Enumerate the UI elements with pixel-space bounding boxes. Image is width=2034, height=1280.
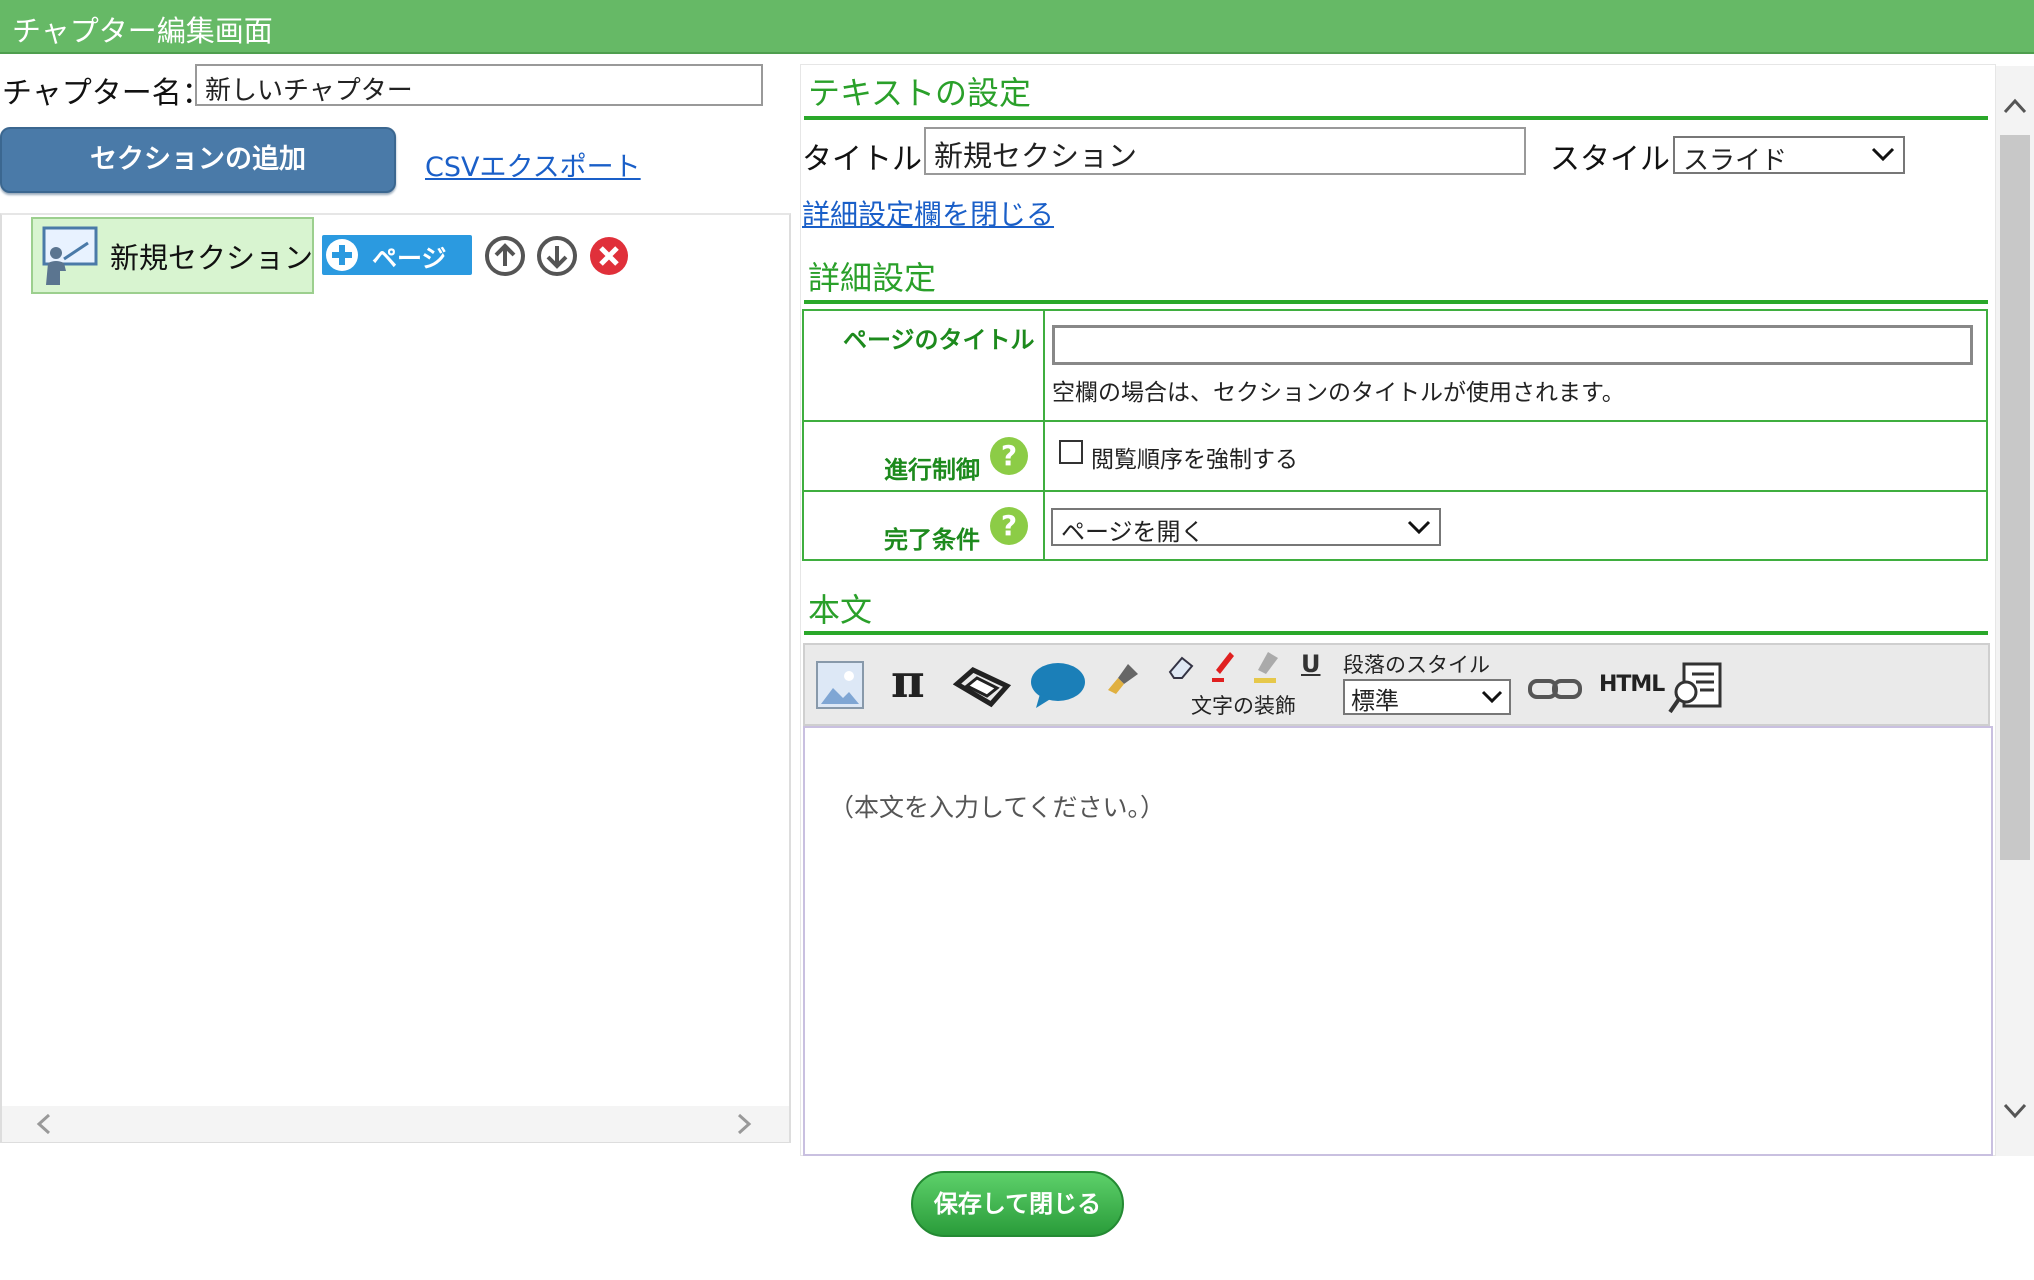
style-select-value: スライド [1683,146,1788,176]
title-bar: チャプター編集画面 [0,0,2034,54]
move-up-icon[interactable] [484,235,526,281]
clear-format-icon[interactable] [1106,662,1140,700]
add-page-label: ページ [372,244,447,273]
divider [804,116,1988,120]
completion-header: 完了条件 [884,526,980,554]
chevron-down-icon [1871,147,1895,162]
chapter-name-label: チャプター名： [2,76,212,111]
scroll-up-icon[interactable] [2002,95,2028,121]
text-settings-heading: テキストの設定 [808,74,1032,112]
body-placeholder: （本文を入力してください。） [829,793,1166,822]
style-select[interactable]: スライド [1673,136,1905,176]
collapse-details-link[interactable]: 詳細設定欄を閉じる [802,193,1054,233]
insert-image-icon[interactable] [815,660,865,714]
force-order-checkbox[interactable] [1059,440,1083,464]
section-title-label: タイトル: [802,142,933,177]
underline-icon[interactable]: U [1301,650,1321,678]
divider [804,631,1988,635]
chapter-name-value: 新しいチャプター [205,76,413,106]
page-title-header: ページのタイトル [843,326,1035,354]
completion-select[interactable]: ページを開く [1051,508,1441,546]
add-page-button[interactable]: ページ [322,235,472,275]
csv-export-link[interactable]: CSVエクスポート [425,145,641,184]
style-label: スタイル: [1550,142,1681,177]
section-title-input[interactable]: 新規セクション [924,127,1526,175]
page-title-hint: 空欄の場合は、セクションのタイトルが使用されます。 [1052,380,1625,406]
add-section-button[interactable]: セクションの追加 [0,127,396,193]
divider [804,300,1988,304]
paragraph-style-select[interactable]: 標準 [1343,679,1511,715]
horizontal-scrollbar[interactable] [2,1106,789,1142]
body-editor[interactable]: （本文を入力してください。） [803,726,1993,1156]
shape-icon[interactable] [952,664,1012,712]
body-heading: 本文 [808,591,873,629]
move-down-icon[interactable] [536,235,578,281]
completion-select-value: ページを開く [1061,518,1205,546]
paragraph-style-label: 段落のスタイル [1343,653,1490,677]
html-source-button[interactable]: HTML [1599,672,1665,697]
presentation-icon [38,225,100,285]
paragraph-style-value: 標準 [1351,687,1399,715]
help-icon[interactable]: ? [990,507,1028,545]
scroll-left-icon[interactable] [34,1112,54,1140]
section-tree-panel [0,213,791,1143]
scroll-down-icon[interactable] [2002,1100,2028,1126]
scroll-right-icon[interactable] [734,1112,754,1140]
page-title-input[interactable] [1052,325,1973,365]
chapter-name-input[interactable]: 新しいチャプター [195,64,763,106]
chevron-down-icon [1481,690,1503,704]
table-divider [1043,309,1045,561]
detail-settings-heading: 詳細設定 [808,259,937,297]
window-title: チャプター編集画面 [12,14,273,48]
marker-icon[interactable] [1252,650,1282,688]
math-pi-icon[interactable]: π [891,654,925,708]
force-order-label: 閲覧順序を強制する [1091,447,1298,473]
delete-icon[interactable] [588,235,630,281]
help-icon[interactable]: ? [990,437,1028,475]
scrollbar-thumb[interactable] [2000,135,2030,860]
link-icon[interactable] [1527,675,1583,707]
plus-icon [326,239,358,271]
save-and-close-button[interactable]: 保存して閉じる [911,1171,1124,1237]
section-title-value: 新規セクション [934,139,1138,173]
eraser-icon[interactable] [1166,652,1196,686]
preview-icon[interactable] [1668,660,1724,720]
table-divider [802,490,1988,492]
speech-bubble-icon[interactable] [1030,660,1086,714]
text-decoration-label: 文字の装飾 [1191,694,1296,718]
highlight-red-icon[interactable] [1210,650,1236,688]
progress-control-header: 進行制御 [884,456,980,484]
tree-section-label: 新規セクション [110,241,314,275]
table-divider [802,420,1988,422]
chevron-down-icon [1407,520,1431,535]
